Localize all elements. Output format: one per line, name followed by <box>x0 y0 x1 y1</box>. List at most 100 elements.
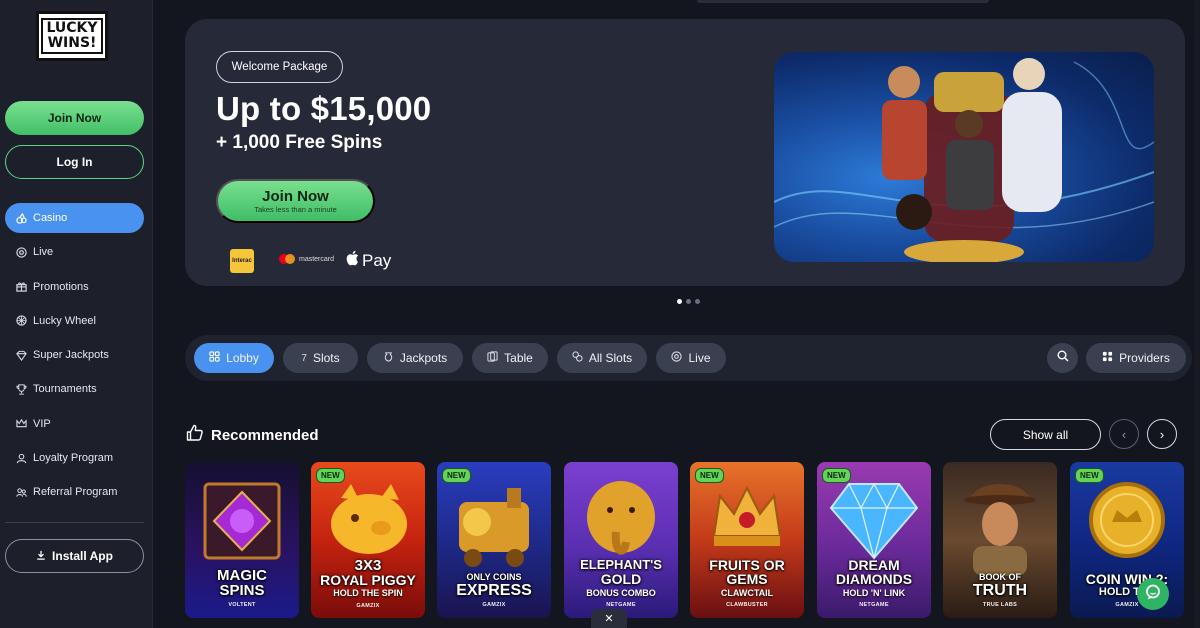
game-tile-fruits-or-gems[interactable]: NEW FRUITS OR GEMS CLAWCTAIL CLAWBUSTER <box>690 462 804 618</box>
game-provider: VOLTENT <box>228 602 256 608</box>
sidebar-item-label: Promotions <box>33 280 89 293</box>
loyalty-icon <box>15 452 27 464</box>
new-badge: NEW <box>316 468 345 483</box>
banner-title: Up to $15,000 <box>216 90 432 127</box>
search-button[interactable] <box>1047 343 1078 373</box>
tab-lobby[interactable]: Lobby <box>194 343 274 373</box>
tab-live[interactable]: Live <box>656 343 726 373</box>
sidebar-item-casino[interactable]: Casino <box>5 203 144 233</box>
top-dropdown-edge <box>697 0 989 3</box>
game-provider: CLAWBUSTER <box>726 602 768 608</box>
sidebar-item-label: Live <box>33 246 54 259</box>
casino-icon <box>15 212 27 224</box>
game-tile-royal-piggy[interactable]: NEW 3X3 ROYAL PIGGY HOLD THE SPIN GAMZIX <box>311 462 425 618</box>
game-tile-book-of-truth[interactable]: BOOK OF TRUTH TRUE LABS <box>943 462 1057 618</box>
game-provider: GAMZIX <box>356 603 380 609</box>
game-provider: NETGAME <box>606 602 636 608</box>
sidebar-item-super-jackpots[interactable]: Super Jackpots <box>5 340 144 370</box>
sidebar-item-vip[interactable]: VIP <box>5 409 144 439</box>
diamond-icon <box>15 349 27 361</box>
lucky-wins-logo[interactable]: LUCKY WINS! <box>36 11 108 61</box>
slots-icon: 7 <box>301 352 307 364</box>
mastercard-label: mastercard <box>299 255 335 263</box>
live-chat-button[interactable] <box>1137 578 1169 610</box>
game-title-line-1: ONLY COINS <box>466 572 522 582</box>
carousel-prev-button[interactable]: ‹ <box>1109 419 1139 449</box>
sidebar-item-loyalty-program[interactable]: Loyalty Program <box>5 443 144 473</box>
carousel-dot[interactable] <box>686 299 691 304</box>
banner-cta-sublabel: Takes less than a minute <box>254 205 337 214</box>
recommended-title: Recommended <box>211 426 319 444</box>
join-now-button[interactable]: Join Now <box>5 101 144 135</box>
sidebar-divider <box>5 522 144 523</box>
referral-icon <box>15 486 27 498</box>
recommended-heading: Recommended <box>186 424 319 446</box>
sidebar-item-tournaments[interactable]: Tournaments <box>5 374 144 404</box>
carousel-next-button[interactable]: › <box>1147 419 1177 449</box>
show-all-button[interactable]: Show all <box>990 419 1101 450</box>
tab-jackpots[interactable]: Jackpots <box>367 343 463 373</box>
game-title-line-2: GEMS <box>726 571 768 587</box>
sidebar-item-promotions[interactable]: Promotions <box>5 272 144 302</box>
game-title-line-1: FRUITS OR <box>709 557 785 573</box>
carousel-dot[interactable] <box>677 299 682 304</box>
all-slots-icon <box>572 351 583 365</box>
tab-slots[interactable]: 7 Slots <box>283 343 358 373</box>
sidebar-item-label: VIP <box>33 417 51 430</box>
game-title-line-2: EXPRESS <box>456 582 532 599</box>
carousel-dot[interactable] <box>695 299 700 304</box>
providers-label: Providers <box>1119 351 1170 365</box>
table-icon <box>487 351 498 365</box>
game-title-line-1: BOOK OF <box>979 572 1021 582</box>
live-icon <box>671 351 683 365</box>
new-badge: NEW <box>1075 468 1104 483</box>
game-title-line-2: ROYAL PIGGY <box>320 572 416 588</box>
tab-label: Lobby <box>226 351 259 365</box>
sidebar-item-label: Super Jackpots <box>33 349 109 362</box>
sidebar-item-lucky-wheel[interactable]: Lucky Wheel <box>5 306 144 336</box>
new-badge: NEW <box>695 468 724 483</box>
game-title-line-2: DIAMONDS <box>835 571 913 587</box>
logo-frame: LUCKY WINS! <box>41 18 103 54</box>
game-title-line-2: GOLD <box>600 571 642 587</box>
install-app-button[interactable]: Install App <box>5 539 144 573</box>
welcome-package-pill[interactable]: Welcome Package <box>216 51 343 83</box>
apple-pay-label: Pay <box>362 250 392 270</box>
apple-icon <box>346 250 360 271</box>
sidebar-item-label: Loyalty Program <box>33 452 114 465</box>
search-icon <box>1057 349 1069 367</box>
lobby-icon <box>209 351 220 365</box>
tab-table[interactable]: Table <box>472 343 548 373</box>
game-provider: TRUE LABS <box>982 602 1018 608</box>
download-icon <box>36 549 46 563</box>
game-subtitle: BONUS COMBO <box>586 588 656 598</box>
mastercard-icon <box>279 254 295 264</box>
logo-line-2: WINS! <box>47 35 97 51</box>
thumbs-up-icon <box>186 424 204 446</box>
game-title-line-1: COIN WIN 2: <box>1085 571 1169 587</box>
game-tile-dream-diamonds[interactable]: NEW DREAM DIAMONDS HOLD 'N' LINK NETGAME <box>817 462 931 618</box>
log-in-button[interactable]: Log In <box>5 145 144 179</box>
jackpots-icon <box>383 351 394 365</box>
chat-icon <box>1144 583 1162 606</box>
page-scrollbar[interactable] <box>1194 0 1200 628</box>
providers-button[interactable]: Providers <box>1086 343 1186 373</box>
interac-logo: Interac <box>230 249 254 273</box>
hero-illustration <box>774 52 1154 262</box>
new-badge: NEW <box>822 468 851 483</box>
chevron-right-icon: › <box>1159 426 1165 442</box>
sidebar-item-label: Referral Program <box>33 486 118 499</box>
apple-pay-logo: Pay <box>346 250 391 271</box>
banner-subtitle: + 1,000 Free Spins <box>216 132 383 153</box>
sidebar-item-referral-program[interactable]: Referral Program <box>5 477 144 507</box>
tab-all-slots[interactable]: All Slots <box>557 343 647 373</box>
new-badge: NEW <box>442 468 471 483</box>
game-tile-magic-spins[interactable]: MAGIC SPINS VOLTENT <box>185 462 299 618</box>
sidebar-item-label: Casino <box>33 212 68 224</box>
game-tile-only-coins-express[interactable]: NEW ONLY COINS EXPRESS GAMZIX <box>437 462 551 618</box>
chevron-left-icon: ‹ <box>1121 426 1127 442</box>
game-tile-elephants-gold[interactable]: ELEPHANT'S GOLD BONUS COMBO NETGAME <box>564 462 678 618</box>
sidebar-item-live[interactable]: Live <box>5 237 144 267</box>
bottom-collapse-tab[interactable]: ✕ <box>591 609 627 628</box>
banner-join-now-button[interactable]: Join Now Takes less than a minute <box>216 179 375 223</box>
